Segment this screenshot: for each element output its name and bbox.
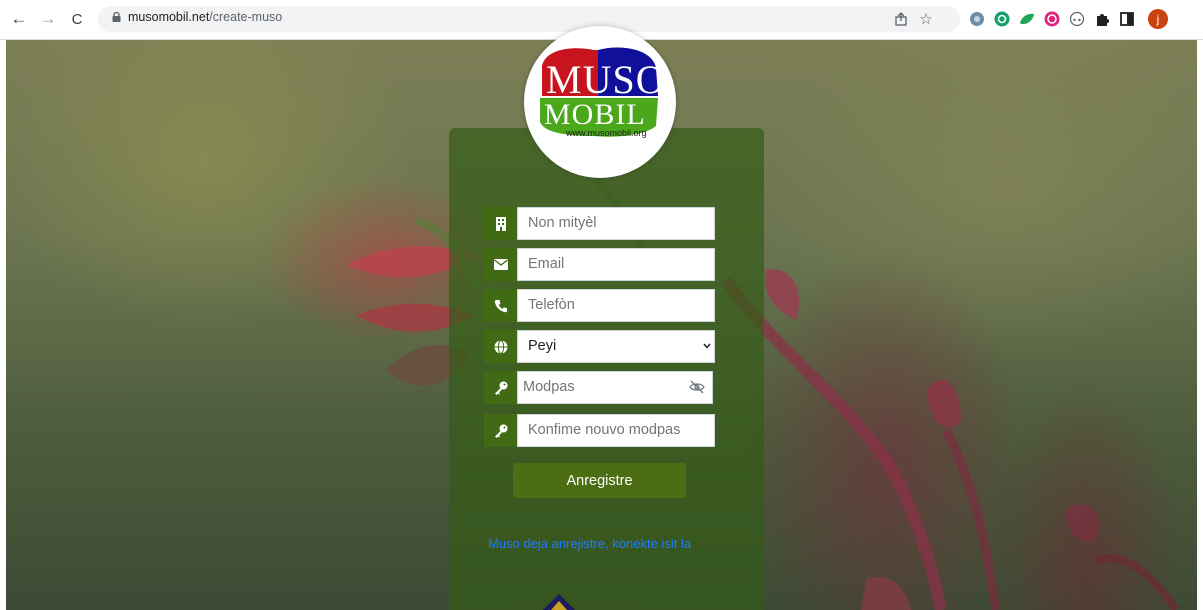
globe-icon <box>484 330 517 363</box>
confirm-password-input[interactable] <box>528 414 698 447</box>
eye-slash-icon[interactable] <box>689 380 705 394</box>
password-field <box>484 371 715 404</box>
key-icon <box>484 414 517 447</box>
logo-site-text: www.musomobil.org <box>566 128 647 138</box>
key-icon <box>484 371 517 404</box>
name-input[interactable] <box>528 207 698 240</box>
reload-icon[interactable]: C <box>66 8 88 30</box>
logo-text-muso: MUSO <box>546 57 666 102</box>
url-text: musomobil.net/create-muso <box>128 10 283 24</box>
building-icon <box>484 207 517 240</box>
email-input[interactable] <box>528 248 698 281</box>
forward-icon[interactable]: → <box>37 8 59 30</box>
back-icon[interactable]: ← <box>8 8 30 30</box>
extension-headset-icon[interactable] <box>1068 10 1086 28</box>
register-button[interactable]: Anregistre <box>513 463 686 498</box>
phone-icon <box>484 289 517 322</box>
logo-text-mobil: MOBIL <box>544 98 646 131</box>
extension-grammarly-icon[interactable] <box>993 10 1011 28</box>
envelope-icon <box>484 248 517 281</box>
confirm-password-field <box>484 414 715 447</box>
phone-input[interactable] <box>528 289 698 322</box>
extension-rocket-icon[interactable] <box>968 10 986 28</box>
avatar[interactable]: j <box>1148 9 1168 29</box>
country-field: Peyi <box>484 330 715 363</box>
chevron-down-icon <box>703 343 711 349</box>
extension-red-icon[interactable] <box>1043 10 1061 28</box>
lock-icon[interactable] <box>112 12 121 22</box>
footer-logo-partial <box>543 594 575 610</box>
star-icon[interactable]: ☆ <box>917 10 935 28</box>
country-select[interactable]: Peyi <box>528 330 698 363</box>
share-icon[interactable] <box>892 10 910 28</box>
phone-field <box>484 289 715 322</box>
email-field <box>484 248 715 281</box>
sidebar-icon[interactable] <box>1118 10 1136 28</box>
login-link[interactable]: Muso deja anrejistre, konekte isit la <box>488 536 691 551</box>
password-input[interactable] <box>523 371 693 404</box>
name-field <box>484 207 715 240</box>
puzzle-icon[interactable] <box>1093 10 1111 28</box>
muso-mobil-logo: MUSO MOBIL www.musomobil.org <box>524 26 676 178</box>
extension-leaf-icon[interactable] <box>1018 10 1036 28</box>
